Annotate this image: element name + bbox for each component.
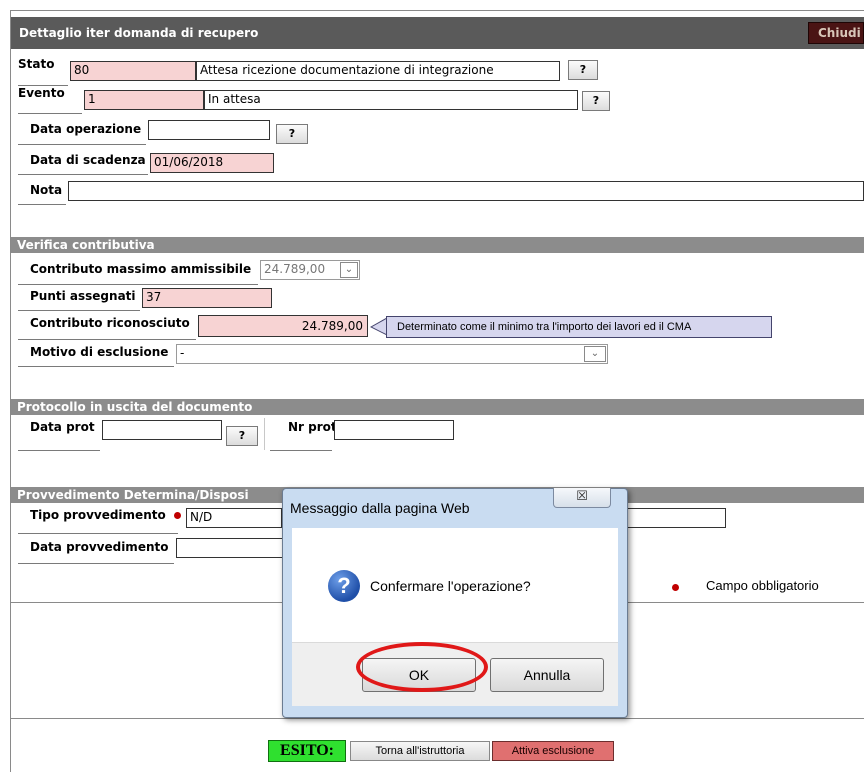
data-scadenza-label: Data di scadenza [30,153,146,167]
nr-prot-label: Nr prot [288,420,337,434]
evento-label: Evento [18,86,65,100]
punti-assegnati-field[interactable]: 37 [142,288,272,308]
divider [18,310,140,311]
divider [18,450,100,451]
mandatory-legend: Campo obbligatorio [706,578,819,593]
divider [18,533,178,534]
divider [18,563,174,564]
motivo-esclusione-select[interactable]: - [176,344,608,364]
nota-label: Nota [30,183,63,197]
torna-istruttoria-button[interactable]: Torna all'istruttoria [350,741,490,761]
data-provvedimento-field[interactable] [176,538,282,558]
divider [18,204,66,205]
dialog-message: Confermare l'operazione? [370,578,531,594]
divider [18,366,174,367]
data-scadenza-field[interactable]: 01/06/2018 [150,153,274,173]
nr-prot-field[interactable] [334,420,454,440]
tipo-provvedimento-label: Tipo provvedimento [30,508,166,522]
contributo-massimo-label: Contributo massimo ammissibile [30,262,252,276]
tipo-provvedimento-field-tail[interactable] [628,508,726,528]
cancel-button[interactable]: Annulla [490,658,604,692]
contributo-riconosciuto-label: Contributo riconosciuto [30,316,190,330]
contributo-riconosciuto-field[interactable]: 24.789,00 [198,315,368,337]
stato-label: Stato [18,57,55,71]
close-button[interactable]: Chiudi [808,22,864,44]
evento-code-field[interactable]: 1 [84,90,204,110]
evento-help-button[interactable]: ? [582,91,610,111]
data-prot-label: Data prot [30,420,95,434]
divider [264,418,265,450]
nota-field[interactable] [68,181,864,201]
stato-help-button[interactable]: ? [568,60,598,80]
divider [18,174,148,175]
data-provvedimento-label: Data provvedimento [30,540,169,554]
dialog-close-button[interactable]: ☒ [553,488,611,508]
section-protocollo: Protocollo in uscita del documento [11,399,864,415]
data-operazione-label: Data operazione [30,122,142,136]
highlight-circle [356,642,488,692]
attiva-esclusione-button[interactable]: Attiva esclusione [492,741,614,761]
data-operazione-help-button[interactable]: ? [276,124,308,144]
chevron-down-icon[interactable]: ⌄ [584,346,606,362]
data-operazione-field[interactable] [148,120,270,140]
divider [18,339,196,340]
required-dot-icon [174,512,181,519]
data-prot-field[interactable] [102,420,222,440]
divider [18,284,258,285]
section-verifica-contributiva: Verifica contributiva [11,237,864,253]
motivo-esclusione-value: - [180,346,185,360]
motivo-esclusione-label: Motivo di esclusione [30,345,169,359]
contributo-massimo-value: 24.789,00 [264,262,326,276]
divider [18,113,82,114]
page-title: Dettaglio iter domanda di recupero [11,17,864,49]
contributo-tooltip: Determinato come il minimo tra l'importo… [386,316,772,338]
divider [18,144,146,145]
divider [270,450,332,451]
required-dot-icon [672,584,679,591]
punti-assegnati-label: Punti assegnati [30,289,136,303]
evento-description-field[interactable]: In attesa [204,90,578,110]
data-prot-help-button[interactable]: ? [226,426,258,446]
chevron-down-icon[interactable]: ⌄ [340,262,358,278]
stato-description-field[interactable]: Attesa ricezione documentazione di integ… [196,61,560,81]
question-icon: ? [328,570,360,602]
esito-label: ESITO: [268,740,346,762]
stato-code-field[interactable]: 80 [70,61,196,81]
tipo-provvedimento-field[interactable]: N/D [186,508,282,528]
dialog-title: Messaggio dalla pagina Web [290,500,470,516]
divider [11,718,864,719]
